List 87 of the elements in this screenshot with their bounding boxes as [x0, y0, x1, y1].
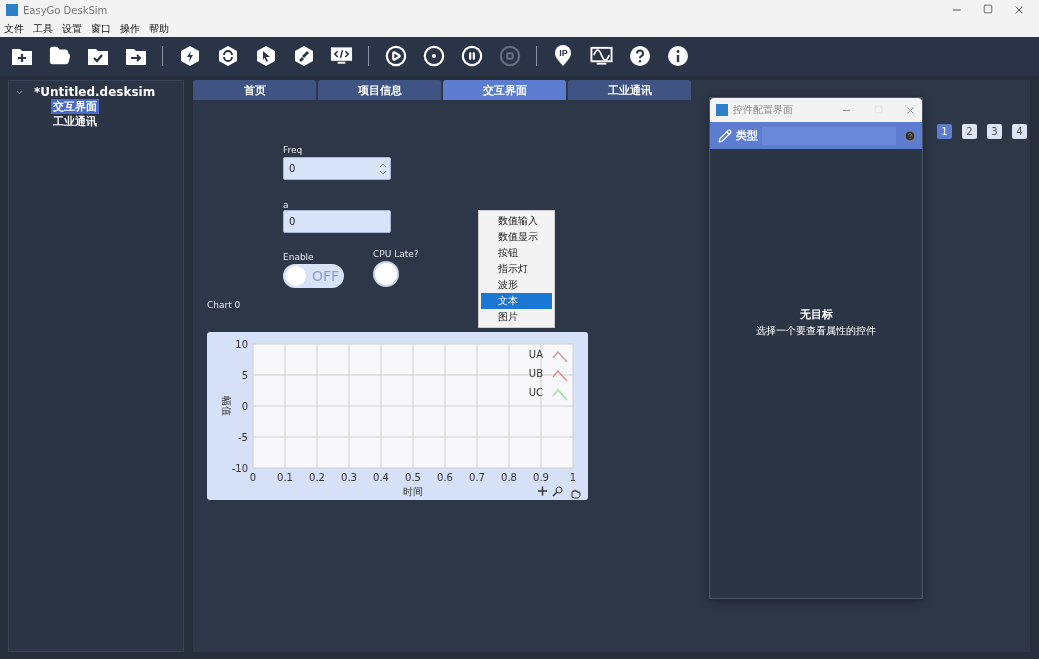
pencil-icon: [718, 128, 732, 143]
tab[interactable]: 首页: [193, 80, 316, 100]
y-axis-title: 幅值: [221, 396, 232, 416]
x-tick-label: 0.5: [405, 472, 421, 483]
spin-arrows-icon: [379, 161, 387, 176]
x-tick-label: 0.7: [469, 472, 485, 483]
x-tick-label: 0.6: [437, 472, 453, 483]
tree-root-label[interactable]: *Untitled.desksim: [34, 85, 156, 99]
x-tick-label: 0.4: [373, 472, 389, 483]
play-icon: [384, 45, 407, 67]
context-menu-item[interactable]: 指示灯: [481, 261, 552, 277]
magnify-tool-icon[interactable]: [552, 486, 563, 497]
window-title: 控件配置界面: [733, 103, 793, 117]
context-menu-item[interactable]: 文本: [481, 293, 552, 309]
menu-item[interactable]: 窗口: [91, 21, 111, 36]
menu-item[interactable]: 工具: [33, 21, 53, 36]
toolbar-button[interactable]: [254, 44, 277, 68]
monitor-code-icon: [330, 45, 353, 67]
field-label: Freq: [283, 145, 303, 155]
x-tick-label: 0.1: [277, 472, 293, 483]
stop-icon: [498, 45, 521, 67]
tab[interactable]: 工业通讯: [568, 80, 691, 100]
help-icon: [628, 45, 651, 67]
x-tick-label: 0.2: [309, 472, 325, 483]
tab[interactable]: 项目信息: [318, 80, 441, 100]
plus-tool-icon[interactable]: [537, 485, 548, 497]
y-tick-label: -10: [231, 463, 248, 474]
help-icon[interactable]: [904, 129, 916, 142]
x-tick-label: 1: [569, 472, 577, 483]
freq-spin-field[interactable]: 0: [283, 157, 391, 180]
y-tick-label: 5: [241, 370, 248, 381]
x-tick-label: 0.3: [341, 472, 357, 483]
close-icon[interactable]: [905, 104, 916, 116]
context-menu-item[interactable]: 波形: [481, 277, 552, 293]
window-title: EasyGo DeskSim: [23, 4, 108, 16]
x-axis-title: 时间: [403, 486, 423, 497]
page-button[interactable]: 2: [962, 124, 977, 139]
hexagon-brush-icon: [292, 45, 315, 67]
toolbar-button[interactable]: [178, 44, 201, 68]
chart-title: Chart 0: [207, 300, 241, 310]
indicator-label: CPU Late?: [373, 249, 419, 259]
legend-label: UB: [528, 368, 543, 379]
hexagon-refresh-icon: [216, 45, 239, 67]
record-icon: [422, 45, 445, 67]
menu-item[interactable]: 操作: [120, 21, 140, 36]
toolbar-button[interactable]: [628, 44, 651, 68]
page-button[interactable]: 1: [937, 124, 952, 139]
y-tick-label: -5: [238, 432, 248, 443]
monitor-wave-icon: [590, 45, 613, 67]
menu-item[interactable]: 文件: [4, 21, 24, 36]
info-icon: [666, 45, 689, 67]
tab[interactable]: 交互界面: [443, 80, 566, 100]
x-tick-label: 0.8: [501, 472, 517, 483]
toggle-label: Enable: [283, 252, 314, 262]
folder-open-icon: [48, 45, 71, 67]
context-menu-item[interactable]: 数值输入: [481, 213, 552, 229]
tree-item[interactable]: 交互界面: [51, 99, 99, 114]
maximize-icon[interactable]: [983, 4, 993, 14]
context-menu-item[interactable]: 数值显示: [481, 229, 552, 245]
input-field[interactable]: 0: [283, 210, 391, 233]
legend-label: UC: [528, 387, 543, 398]
hexagon-bolt-icon: [178, 45, 201, 67]
empty-state-title: 无目标: [799, 307, 833, 322]
toolbar-button[interactable]: [666, 44, 689, 68]
menu-item[interactable]: 帮助: [149, 21, 169, 36]
y-tick-label: 10: [235, 339, 248, 350]
app-logo-icon: [716, 104, 728, 116]
pause-icon: [460, 45, 483, 67]
toolbar-button[interactable]: [590, 44, 613, 68]
header-label: 类型: [736, 128, 758, 143]
close-icon[interactable]: [1013, 4, 1025, 16]
empty-state-text: 选择一个要查看属性的控件: [756, 324, 876, 338]
field-label: a: [283, 200, 289, 210]
toolbar-button[interactable]: [216, 44, 239, 68]
y-tick-label: 0: [241, 401, 248, 412]
context-menu-item[interactable]: 按钮: [481, 245, 552, 261]
x-tick-label: 0.9: [533, 472, 549, 483]
hexagon-cursor-icon: [254, 45, 277, 67]
toolbar-button[interactable]: [292, 44, 315, 68]
menu-item[interactable]: 设置: [62, 21, 82, 36]
app-logo-icon: [6, 4, 18, 16]
x-tick-label: 0: [249, 472, 257, 483]
context-menu-item[interactable]: 图片: [481, 309, 552, 325]
page-button[interactable]: 3: [987, 124, 1002, 139]
tree-item[interactable]: 工业通讯: [51, 114, 99, 129]
page-button[interactable]: 4: [1012, 124, 1027, 139]
legend-label: UA: [528, 349, 543, 360]
